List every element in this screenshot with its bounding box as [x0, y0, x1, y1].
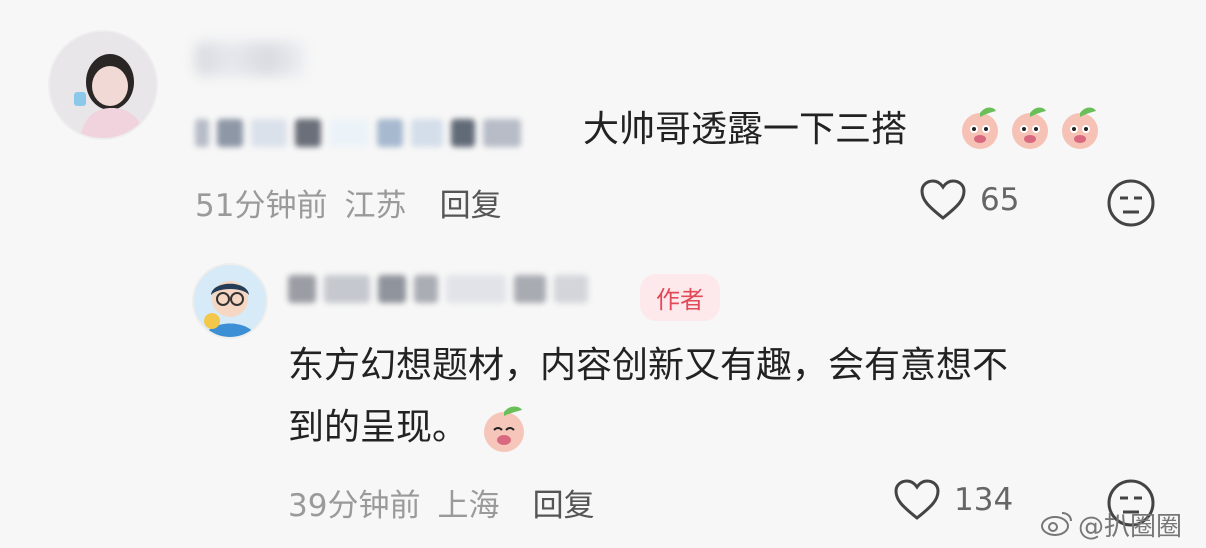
commenter-username-blurred: [195, 42, 305, 76]
reply-like-group: 134: [892, 478, 1013, 522]
neutral-face-icon[interactable]: [1106, 178, 1156, 228]
peach-emoji-icon: [478, 402, 530, 454]
comment-mention-blurred: [195, 113, 521, 153]
watermark: @扒圈圈: [1040, 506, 1182, 543]
watermark-text: @扒圈圈: [1078, 512, 1183, 542]
weibo-logo-icon: [1040, 509, 1074, 541]
comment-reply-button[interactable]: 回复: [440, 188, 502, 224]
reply-meta: 39分钟前 上海 回复: [288, 480, 595, 525]
commenter-avatar[interactable]: [48, 30, 158, 140]
reply-text-line1: 东方幻想题材，内容创新又有趣，会有意想不: [288, 345, 1009, 386]
peach-emoji-icon: [958, 105, 1002, 151]
heart-icon[interactable]: [918, 178, 968, 222]
peach-emoji-icon: [1008, 105, 1052, 151]
comment-location: 江苏: [344, 188, 407, 224]
author-badge: 作者: [640, 274, 720, 321]
reply-like-count: 134: [954, 482, 1014, 518]
peach-emoji-icon: [1058, 105, 1102, 151]
comment-emoji-group: [958, 105, 1102, 151]
reply-location: 上海: [437, 488, 500, 524]
comment-text: 大帅哥透露一下三搭: [583, 109, 908, 150]
reply-text-line2: 到的呈现。: [288, 407, 469, 449]
reply-text-line2-group: 到的呈现。: [288, 402, 530, 454]
comment-like-group: 65: [918, 178, 1019, 222]
heart-icon[interactable]: [892, 478, 942, 522]
comment-meta: 51分钟前 江苏 回复: [195, 180, 502, 225]
reply-time: 39分钟前: [288, 488, 421, 524]
author-username-blurred: [288, 272, 588, 306]
reply-reply-button[interactable]: 回复: [533, 488, 595, 524]
comment-like-count: 65: [980, 182, 1020, 218]
comment-time: 51分钟前: [195, 188, 328, 224]
author-avatar[interactable]: [192, 263, 268, 339]
